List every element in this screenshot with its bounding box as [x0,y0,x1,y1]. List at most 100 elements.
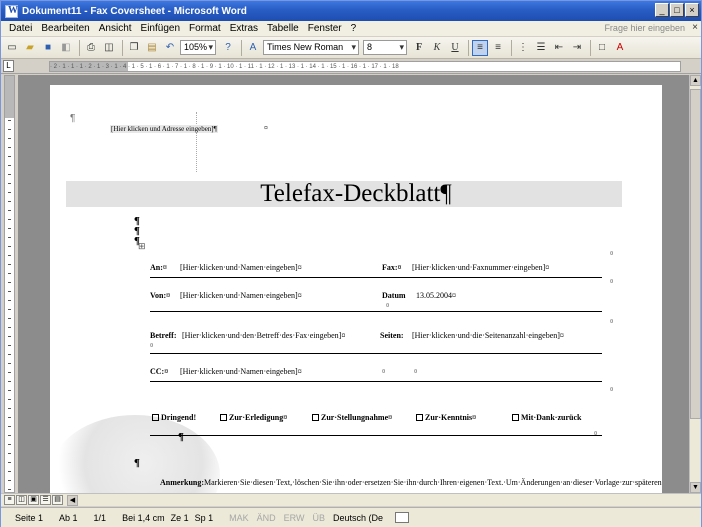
paste-icon[interactable]: ▤ [144,40,160,56]
border-icon[interactable]: □ [594,40,610,56]
row-end-mark: ¤ [610,251,614,257]
von-field[interactable]: [Hier·klicken·und·Namen·eingeben]¤ [180,291,302,300]
menu-ansicht[interactable]: Ansicht [99,23,132,34]
status-extend[interactable]: ERW [284,513,305,523]
cell-end-mark: ¤ [150,343,154,349]
checkbox-dringend[interactable]: Dringend! [152,413,196,422]
numbering-icon[interactable]: ⋮ [515,40,531,56]
copy-icon[interactable]: ❐ [126,40,142,56]
checkbox-icon [512,414,519,421]
document-area[interactable]: ¶ [Hier klicken und Adresse eingeben]¶ ¤… [18,75,692,493]
status-section: Ab 1 [59,512,78,523]
status-track-changes[interactable]: ÄND [257,513,276,523]
checkbox-dank[interactable]: Mit·Dank·zurück [512,413,581,422]
von-label: Von:¤ [150,291,171,300]
menu-datei[interactable]: Datei [9,23,32,34]
horizontal-ruler[interactable]: · 2 · 1 · 1 · 1 · 2 · 1 · 3 · 1 · 4 · 1 … [49,61,681,72]
status-line: Ze 1 [170,512,189,523]
tab-selector[interactable]: L [3,60,14,72]
toolbar: ▭ ▰ ■ ◧ ⎙ ◫ ❐ ▤ ↶ 105% ? A Times New Rom… [1,37,701,59]
open-folder-icon[interactable]: ▰ [22,40,38,56]
table-move-handle-icon[interactable]: ⊞ [138,241,146,252]
menu-help[interactable]: ? [351,23,357,34]
menu-einfuegen[interactable]: Einfügen [141,23,180,34]
row-divider [150,353,602,354]
new-document-icon[interactable]: ▭ [4,40,20,56]
print-preview-icon[interactable]: ◫ [101,40,117,56]
minimize-button[interactable]: _ [655,3,669,17]
vertical-ruler-ticks [8,120,11,490]
betreff-field[interactable]: [Hier·klicken·und·den·Betreff·des·Fax·ei… [182,331,378,340]
checkbox-icon [220,414,227,421]
bullets-icon[interactable]: ☰ [533,40,549,56]
document-title[interactable]: Telefax-Deckblatt¶ [50,181,662,207]
checkbox-stellungnahme[interactable]: Zur·Stellungnahme¤ [312,413,392,422]
cc-field[interactable]: [Hier·klicken·und·Namen·eingeben]¤ [180,367,302,376]
menu-tabelle[interactable]: Tabelle [267,23,299,34]
zoom-combo[interactable]: 105% [180,40,216,55]
scroll-thumb[interactable] [690,89,701,419]
align-left-icon[interactable]: ≡ [472,39,488,56]
reading-view-icon[interactable]: ▤ [52,495,63,505]
datum-field[interactable]: 13.05.2004¤ [416,291,456,300]
word-app-icon[interactable] [5,4,18,18]
cell-end-mark: ¤ [382,369,386,375]
permission-icon[interactable]: ◧ [58,40,74,56]
seiten-field[interactable]: [Hier·klicken·und·die·Seitenanzahl·einge… [412,331,604,340]
note-paragraph[interactable]: Anmerkung:Markieren·Sie·diesen·Text,·lös… [160,477,662,488]
spelling-status-icon[interactable] [395,512,410,523]
an-field[interactable]: [Hier·klicken·und·Namen·eingeben]¤ [180,263,302,272]
increase-indent-icon[interactable]: ⇥ [569,40,585,56]
scroll-up-icon[interactable]: ▲ [690,75,701,86]
checkbox-kenntnis[interactable]: Zur·Kenntnis¤ [416,413,476,422]
toolbar-separator [241,39,242,56]
decrease-indent-icon[interactable]: ⇤ [551,40,567,56]
normal-view-icon[interactable]: ≡ [4,495,15,505]
fax-field[interactable]: [Hier·klicken·und·Faxnummer·eingeben]¤ [412,263,549,272]
document-close-icon[interactable]: × [692,22,698,33]
font-color-icon[interactable]: A [612,40,628,56]
help-icon[interactable]: ? [220,40,236,56]
web-view-icon[interactable]: ◫ [16,495,27,505]
font-combo[interactable]: Times New Roman [263,40,359,55]
print-icon[interactable]: ⎙ [83,40,99,56]
menu-fenster[interactable]: Fenster [308,23,342,34]
font-size-combo[interactable]: 8 [363,40,407,55]
row-divider [150,311,602,312]
checkbox-erledigung[interactable]: Zur·Erledigung¤ [220,413,287,422]
underline-button[interactable]: U [447,40,463,56]
undo-icon[interactable]: ↶ [162,40,178,56]
row-end-mark: ¤ [610,319,614,325]
vertical-ruler[interactable] [4,75,15,493]
cc-label: CC:¤ [150,367,169,376]
italic-button[interactable]: K [429,40,445,56]
restore-button[interactable]: □ [670,3,684,17]
close-button[interactable]: × [685,3,699,17]
help-search-input[interactable]: Frage hier eingeben [604,23,685,33]
bold-button[interactable]: F [411,40,427,56]
document-page[interactable]: ¶ [Hier klicken und Adresse eingeben]¶ ¤… [50,85,662,493]
status-macro-recorder[interactable]: MAK [229,513,249,523]
styles-icon[interactable]: A [245,40,261,56]
print-layout-icon[interactable]: ▣ [28,495,39,505]
row-divider [150,381,602,382]
scroll-left-icon[interactable]: ◀ [67,494,78,506]
status-overtype[interactable]: ÜB [313,513,326,523]
title-bar[interactable]: Dokument11 - Fax Coversheet - Microsoft … [1,1,701,21]
vertical-scrollbar[interactable]: ▲ ▼ [689,75,701,493]
address-field[interactable]: [Hier klicken und Adresse eingeben]¶ [110,125,218,133]
menu-bearbeiten[interactable]: Bearbeiten [41,23,89,34]
save-icon[interactable]: ■ [40,40,56,56]
paragraph-mark: ¶ [70,113,76,124]
align-center-icon[interactable]: ≡ [490,40,506,56]
row-divider [150,435,602,436]
horizontal-ruler-bar: L · 2 · 1 · 1 · 1 · 2 · 1 · 3 · 1 · 4 · … [1,59,701,74]
status-language[interactable]: Deutsch (De [333,513,383,523]
menu-extras[interactable]: Extras [230,23,258,34]
status-page: Seite 1 [15,512,44,523]
menu-format[interactable]: Format [189,23,221,34]
note-text: Markieren·Sie·diesen·Text,·löschen·Sie·i… [204,478,662,487]
outline-view-icon[interactable]: ☰ [40,495,51,505]
toolbar-separator [79,39,80,56]
scroll-down-icon[interactable]: ▼ [690,482,701,493]
